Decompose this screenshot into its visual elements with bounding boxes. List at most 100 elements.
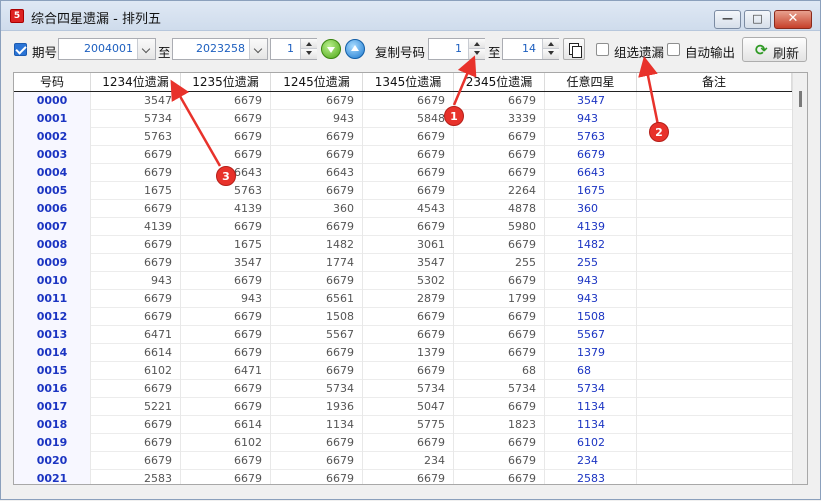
omission-cell: 5734 <box>454 380 545 398</box>
copy-icon[interactable] <box>563 38 585 60</box>
table-row[interactable]: 0007 4139 6679 6679 6679 5980 4139 <box>14 218 792 236</box>
table-row[interactable]: 0016 6679 6679 5734 5734 5734 5734 <box>14 380 792 398</box>
omission-cell: 6471 <box>91 326 181 344</box>
omission-cell: 5567 <box>271 326 363 344</box>
table-row[interactable]: 0003 6679 6679 6679 6679 6679 6679 <box>14 146 792 164</box>
omission-cell: 6679 <box>181 128 271 146</box>
table-row[interactable]: 0006 6679 4139 360 4543 4878 360 <box>14 200 792 218</box>
omission-cell: 6679 <box>271 272 363 290</box>
omission-cell: 6679 <box>454 128 545 146</box>
omission-cell: 4139 <box>181 200 271 218</box>
spin-up-icon[interactable] <box>301 39 317 49</box>
note-cell <box>637 146 792 164</box>
spinner-arrows[interactable] <box>542 39 559 59</box>
column-header[interactable]: 1345位遗漏 <box>363 73 454 91</box>
spin-up-icon[interactable] <box>469 39 485 49</box>
number-cell: 0008 <box>14 236 91 254</box>
grid-header: 号码 1234位遗漏 1235位遗漏 1245位遗漏 1345位遗漏 2345位遗漏 任意四… <box>14 73 792 92</box>
period-checkbox[interactable] <box>14 43 27 56</box>
omission-cell: 2264 <box>454 182 545 200</box>
omission-cell: 5763 <box>91 128 181 146</box>
table-row[interactable]: 0002 5763 6679 6679 6679 6679 5763 <box>14 128 792 146</box>
number-cell: 0015 <box>14 362 91 380</box>
table-row[interactable]: 0009 6679 3547 1774 3547 255 255 <box>14 254 792 272</box>
omission-cell: 3339 <box>454 110 545 128</box>
table-row[interactable]: 0018 6679 6614 1134 5775 1823 1134 <box>14 416 792 434</box>
note-cell <box>637 200 792 218</box>
column-header[interactable]: 任意四星 <box>545 73 637 91</box>
number-cell: 0016 <box>14 380 91 398</box>
omission-cell: 6679 <box>271 362 363 380</box>
note-cell <box>637 344 792 362</box>
omission-cell: 5734 <box>271 380 363 398</box>
period-from-combo[interactable]: 2004001 <box>58 38 156 60</box>
spinner-arrows[interactable] <box>300 39 317 59</box>
close-button[interactable]: ✕ <box>774 10 812 29</box>
table-row[interactable]: 0010 943 6679 6679 5302 6679 943 <box>14 272 792 290</box>
omission-cell: 6679 <box>363 92 454 110</box>
vertical-scrollbar[interactable] <box>792 73 807 484</box>
table-row[interactable]: 0014 6614 6679 6679 1379 6679 1379 <box>14 344 792 362</box>
omission-cell: 6679 <box>454 344 545 362</box>
table-row[interactable]: 0008 6679 1675 1482 3061 6679 1482 <box>14 236 792 254</box>
spin-down-icon[interactable] <box>469 49 485 59</box>
copy-to-spinner[interactable]: 14 <box>502 38 559 60</box>
omission-cell: 6679 <box>271 344 363 362</box>
table-row[interactable]: 0021 2583 6679 6679 6679 6679 2583 <box>14 470 792 484</box>
omission-cell: 6679 <box>271 92 363 110</box>
spin-up-icon[interactable] <box>543 39 559 49</box>
table-row[interactable]: 0011 6679 943 6561 2879 1799 943 <box>14 290 792 308</box>
table-row[interactable]: 0004 6679 6643 6643 6679 6679 6643 <box>14 164 792 182</box>
chevron-down-icon[interactable] <box>249 39 267 59</box>
scroll-thumb[interactable] <box>799 91 802 107</box>
column-header[interactable]: 备注 <box>637 73 792 91</box>
table-row[interactable]: 0015 6102 6471 6679 6679 68 68 <box>14 362 792 380</box>
omission-cell: 6679 <box>454 398 545 416</box>
spinner-arrows[interactable] <box>468 39 485 59</box>
number-cell: 0014 <box>14 344 91 362</box>
chevron-down-icon[interactable] <box>137 39 155 59</box>
title-bar[interactable]: 5 综合四星遗漏 - 排列五 — □ ✕ <box>1 1 820 31</box>
column-header[interactable]: 2345位遗漏 <box>454 73 545 91</box>
period-to-combo[interactable]: 2023258 <box>172 38 268 60</box>
minimize-button[interactable]: — <box>714 10 741 29</box>
group-miss-checkbox[interactable] <box>596 43 609 56</box>
step-spinner[interactable]: 1 <box>270 38 317 60</box>
omission-cell: 6679 <box>271 470 363 484</box>
number-cell: 0005 <box>14 182 91 200</box>
spin-down-icon[interactable] <box>543 49 559 59</box>
period-from-value: 2004001 <box>84 42 133 55</box>
column-header[interactable]: 1234位遗漏 <box>91 73 181 91</box>
table-row[interactable]: 0019 6679 6102 6679 6679 6679 6102 <box>14 434 792 452</box>
omission-cell: 5734 <box>363 380 454 398</box>
omission-cell: 6679 <box>181 470 271 484</box>
omission-cell: 5980 <box>454 218 545 236</box>
omission-cell: 234 <box>545 452 637 470</box>
arrow-up-circle-icon[interactable] <box>345 39 365 59</box>
table-row[interactable]: 0012 6679 6679 1508 6679 6679 1508 <box>14 308 792 326</box>
number-cell: 0002 <box>14 128 91 146</box>
arrow-down-circle-icon[interactable] <box>321 39 341 59</box>
omission-cell: 6679 <box>454 326 545 344</box>
omission-cell: 6679 <box>271 434 363 452</box>
table-row[interactable]: 0017 5221 6679 1936 5047 6679 1134 <box>14 398 792 416</box>
table-row[interactable]: 0000 3547 6679 6679 6679 6679 3547 <box>14 92 792 110</box>
refresh-button[interactable]: ⟳ 刷新 <box>742 37 807 62</box>
copy-from-spinner[interactable]: 1 <box>428 38 485 60</box>
omission-cell: 6679 <box>363 326 454 344</box>
table-row[interactable]: 0013 6471 6679 5567 6679 6679 5567 <box>14 326 792 344</box>
auto-output-checkbox[interactable] <box>667 43 680 56</box>
omission-cell: 6679 <box>454 308 545 326</box>
table-row[interactable]: 0001 5734 6679 943 5848 3339 943 <box>14 110 792 128</box>
maximize-button[interactable]: □ <box>744 10 771 29</box>
column-header[interactable]: 1245位遗漏 <box>271 73 363 91</box>
table-row[interactable]: 0020 6679 6679 6679 234 6679 234 <box>14 452 792 470</box>
number-cell: 0003 <box>14 146 91 164</box>
app-lottery-icon: 5 <box>10 9 24 23</box>
spin-down-icon[interactable] <box>301 49 317 59</box>
column-header[interactable]: 1235位遗漏 <box>181 73 271 91</box>
omission-grid[interactable]: 号码 1234位遗漏 1235位遗漏 1245位遗漏 1345位遗漏 2345位遗漏 任意四… <box>13 72 808 485</box>
column-header[interactable]: 号码 <box>14 73 91 91</box>
copy-to-label: 至 <box>488 45 501 60</box>
table-row[interactable]: 0005 1675 5763 6679 6679 2264 1675 <box>14 182 792 200</box>
